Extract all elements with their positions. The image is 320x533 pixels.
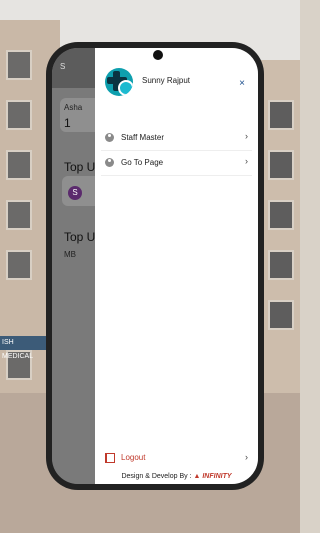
phone-frame: S Asha 1 Top U S Top U MB Sunny Rajput ×: [46, 42, 264, 490]
header-initial: S: [60, 62, 66, 71]
logout-icon: [105, 453, 115, 463]
window: [268, 200, 294, 230]
person-icon: [105, 133, 114, 142]
brand-mark-icon: ▲: [193, 473, 201, 480]
section-title-2: Top U: [64, 230, 96, 244]
window: [268, 150, 294, 180]
window: [6, 250, 32, 280]
avatar: S: [68, 186, 82, 200]
menu-item-go-to-page[interactable]: Go To Page ›: [95, 151, 258, 175]
window: [6, 150, 32, 180]
chevron-right-icon: ›: [245, 452, 248, 462]
footer-brand: INFINITY: [202, 473, 232, 480]
window: [268, 300, 294, 330]
close-icon[interactable]: ×: [237, 78, 247, 89]
phone-screen: S Asha 1 Top U S Top U MB Sunny Rajput ×: [52, 48, 258, 484]
logout-label: Logout: [121, 453, 146, 462]
menu-label: Go To Page: [121, 158, 164, 167]
card-value: 1: [64, 116, 71, 130]
person-icon: [105, 158, 114, 167]
camera-notch: [153, 50, 163, 60]
logo-ring: [118, 80, 133, 96]
footer-text: Design & Develop By :: [121, 473, 192, 480]
menu-label: Staff Master: [121, 133, 164, 142]
window: [268, 250, 294, 280]
building-sign: ISH MEDICAL: [0, 336, 46, 360]
window: [6, 100, 32, 130]
chevron-right-icon: ›: [245, 156, 248, 166]
divider: [101, 175, 252, 176]
user-name: Sunny Rajput: [142, 76, 191, 85]
footer-credit: Design & Develop By : ▲ INFINITY: [95, 473, 258, 480]
section-item: MB: [64, 250, 76, 259]
chevron-right-icon: ›: [245, 131, 248, 141]
menu-item-staff-master[interactable]: Staff Master ›: [95, 126, 258, 150]
card-label: Asha: [64, 103, 83, 112]
section-title-1: Top U: [64, 160, 96, 174]
logout-button[interactable]: Logout ›: [95, 450, 258, 466]
window: [6, 200, 32, 230]
window: [268, 100, 294, 130]
navigation-drawer: Sunny Rajput × Staff Master › Go To Page…: [95, 48, 258, 484]
app-logo: [105, 68, 133, 96]
window: [6, 50, 32, 80]
